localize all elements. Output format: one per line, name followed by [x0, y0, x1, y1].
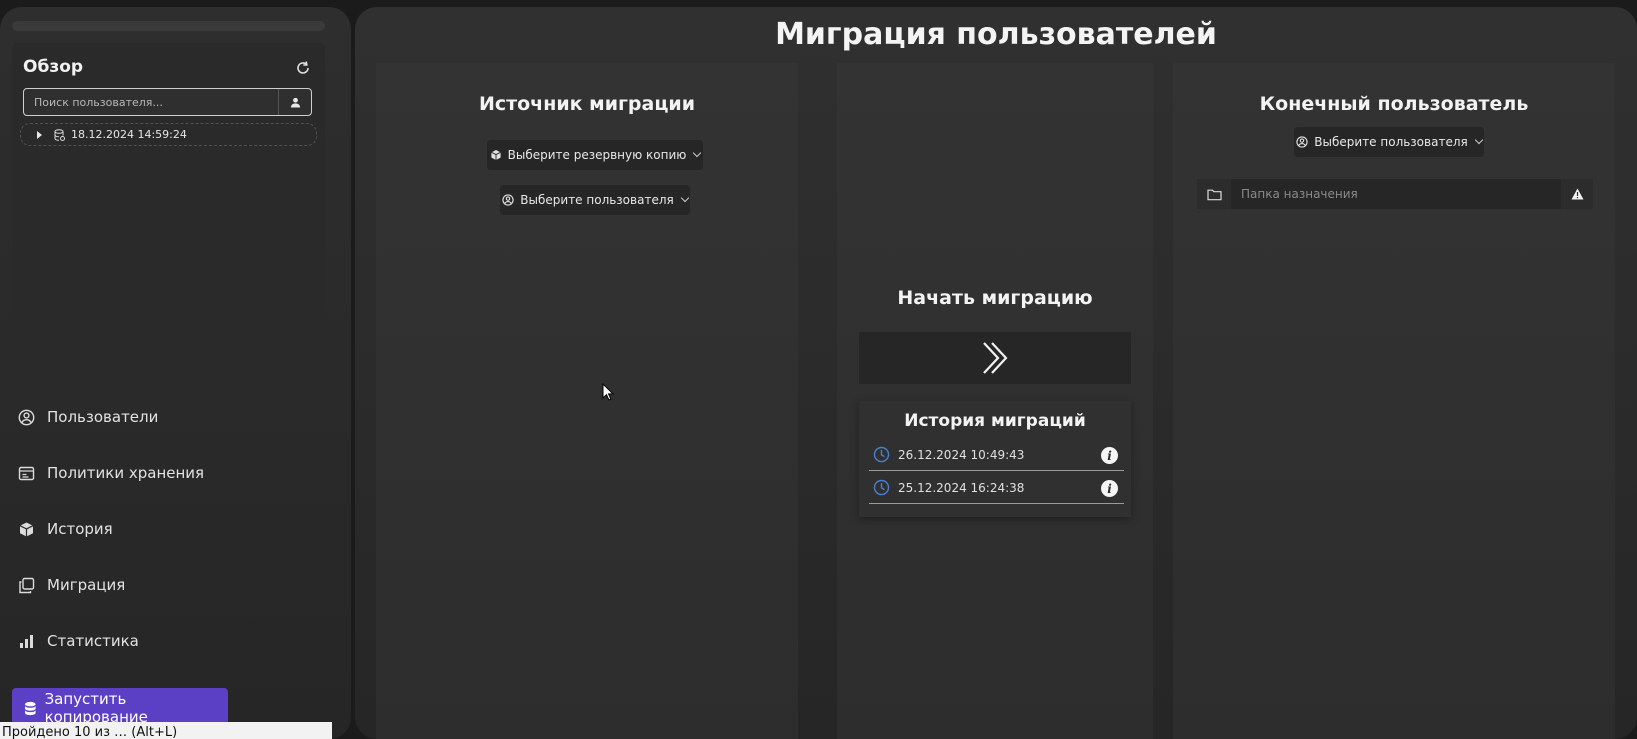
user-circle-icon: [1296, 136, 1308, 148]
nav-item-users[interactable]: Пользователи: [18, 405, 158, 429]
source-title: Источник миграции: [478, 93, 696, 115]
source-panel: Источник миграции Выберите резервную коп…: [376, 63, 798, 739]
history-timestamp: 26.12.2024 10:49:43: [898, 447, 1025, 462]
tooltip: Пройдено 10 из … (Alt+L): [0, 722, 332, 739]
user-circle-icon: [502, 194, 514, 206]
user-search-input[interactable]: [24, 89, 279, 115]
refresh-icon[interactable]: [294, 59, 312, 77]
chevron-down-icon: [1474, 135, 1483, 145]
clock-icon: [873, 479, 890, 496]
backup-tree-item[interactable]: 18.12.2024 14:59:24: [20, 123, 317, 146]
user-icon: [290, 97, 300, 108]
select-backup-dropdown[interactable]: Выберите резервную копию: [487, 140, 703, 170]
select-target-user-dropdown[interactable]: Выберите пользователя: [1294, 127, 1484, 157]
info-icon[interactable]: i: [1101, 480, 1118, 497]
target-title: Конечный пользователь: [1259, 93, 1529, 115]
main-area: Миграция пользователей Источник миграции…: [355, 7, 1637, 739]
migration-center-panel: Начать миграцию История миграций 26.12.2…: [837, 63, 1153, 739]
chevron-down-icon: [693, 148, 702, 158]
select-target-user-label: Выберите пользователя: [1314, 135, 1468, 149]
box-icon: [490, 150, 501, 160]
storage-policy-icon: [18, 466, 35, 480]
double-chevron-right-icon: [983, 342, 1008, 374]
backup-db-icon: [54, 128, 65, 141]
info-icon[interactable]: i: [1101, 447, 1118, 464]
nav-item-retention[interactable]: Политики хранения: [18, 461, 204, 485]
start-copy-label: Запустить копирование: [44, 690, 148, 726]
backup-timestamp: 18.12.2024 14:59:24: [71, 128, 187, 141]
nav-item-migration[interactable]: Миграция: [18, 573, 125, 597]
mouse-cursor-icon: [602, 383, 614, 401]
chevron-down-icon: [680, 193, 689, 203]
user-circle-icon: [18, 409, 35, 425]
select-backup-label: Выберите резервную копию: [507, 148, 687, 162]
destination-folder-row: [1197, 179, 1593, 209]
clock-icon: [873, 446, 890, 463]
select-source-user-dropdown[interactable]: Выберите пользователя: [500, 185, 690, 215]
history-title: История миграций: [904, 411, 1086, 431]
nav-label-retention: Политики хранения: [47, 464, 205, 482]
sidebar: Обзор 18.12.2024 14:59:24: [0, 7, 351, 739]
start-migration-title: Начать миграцию: [897, 287, 1093, 309]
user-search-button[interactable]: [278, 89, 311, 115]
folder-icon: [1206, 189, 1222, 200]
bar-chart-icon: [20, 634, 33, 648]
user-search-box: [23, 88, 312, 116]
select-source-user-label: Выберите пользователя: [520, 193, 674, 207]
nav-label-statistics: Статистика: [47, 632, 139, 650]
page-title: Миграция пользователей: [775, 17, 1217, 52]
migration-history-card: История миграций 26.12.2024 10:49:43 i 2…: [859, 401, 1131, 517]
nav-item-statistics[interactable]: Статистика: [18, 629, 139, 653]
sidebar-top-bar: [12, 21, 325, 31]
start-migration-button[interactable]: [859, 332, 1131, 384]
target-panel: Конечный пользователь Выберите пользоват…: [1173, 63, 1615, 739]
nav-label-migration: Миграция: [47, 576, 126, 594]
history-timestamp: 25.12.2024 16:24:38: [898, 480, 1025, 495]
overview-panel: Обзор 18.12.2024 14:59:24: [12, 43, 325, 381]
database-icon: [24, 701, 36, 715]
overview-title: Обзор: [23, 57, 84, 77]
expand-caret-icon[interactable]: [37, 130, 42, 139]
box-icon: [19, 522, 34, 536]
warning-button[interactable]: [1561, 179, 1593, 209]
nav-label-history: История: [47, 520, 113, 538]
history-row[interactable]: 25.12.2024 16:24:38 i: [869, 472, 1124, 504]
nav-label-users: Пользователи: [47, 408, 159, 426]
copy-icon: [19, 577, 35, 593]
destination-folder-input[interactable]: [1231, 179, 1561, 209]
warning-icon: [1571, 188, 1583, 200]
history-row[interactable]: 26.12.2024 10:49:43 i: [869, 439, 1124, 471]
nav-item-history[interactable]: История: [18, 517, 113, 541]
browse-folder-button[interactable]: [1197, 179, 1231, 209]
